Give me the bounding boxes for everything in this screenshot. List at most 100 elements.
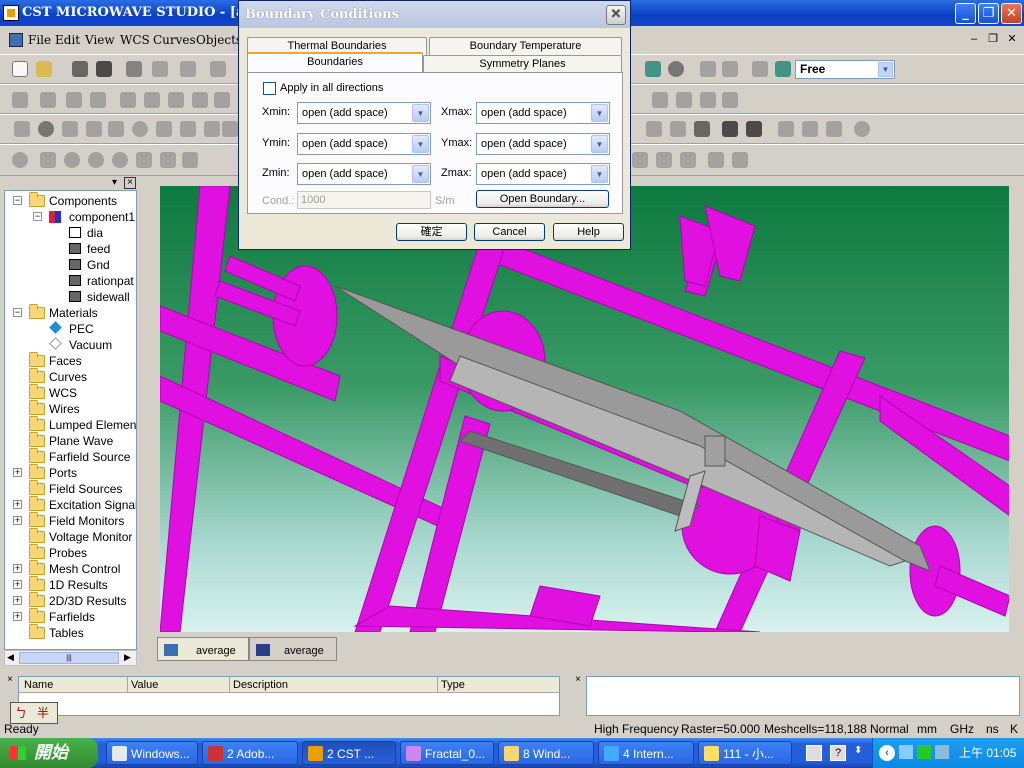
line-draw-icon[interactable] — [40, 152, 56, 168]
expand-icon[interactable]: + — [13, 516, 22, 525]
ok-button[interactable]: 確定 — [396, 223, 467, 241]
rectangle-icon[interactable] — [136, 152, 152, 168]
edit-curve-icon[interactable] — [656, 152, 672, 168]
blend-icon[interactable] — [670, 121, 686, 137]
parameter-list[interactable]: Name Value Description Type — [18, 676, 560, 716]
fit-icon[interactable] — [676, 92, 692, 108]
scroll-right-icon[interactable]: ▶ — [124, 652, 131, 663]
transform-icon[interactable] — [700, 61, 716, 77]
solid-icon[interactable] — [694, 121, 710, 137]
expand-icon[interactable]: + — [13, 564, 22, 573]
print-icon[interactable] — [126, 61, 142, 77]
tab-1d-view[interactable]: average — [249, 637, 337, 661]
menu-view[interactable]: View — [85, 33, 115, 47]
rotate-wcs-icon[interactable] — [826, 121, 842, 137]
message-panel-close-icon[interactable]: × — [570, 674, 586, 718]
tree-item-feed[interactable]: feed — [7, 241, 136, 257]
expand-icon[interactable]: + — [13, 500, 22, 509]
collapse-icon[interactable]: − — [13, 308, 22, 317]
tree-item-wires[interactable]: Wires — [7, 400, 136, 417]
elliptic-cylinder-icon[interactable] — [86, 121, 102, 137]
dialog-close-button[interactable]: ✕ — [606, 5, 626, 25]
pin-icon[interactable] — [192, 92, 208, 108]
align-icon[interactable] — [722, 61, 738, 77]
collapse-icon[interactable]: − — [13, 196, 22, 205]
loft-icon[interactable] — [204, 121, 220, 137]
cone-icon[interactable] — [108, 121, 124, 137]
tree-horizontal-scrollbar[interactable]: ◀ ||| ▶ — [4, 650, 137, 666]
view-mode-icon[interactable] — [775, 61, 791, 77]
start-button[interactable]: 開始 — [0, 738, 98, 768]
task-adobe[interactable]: 2 Adob... — [202, 741, 298, 765]
save-all-icon[interactable] — [96, 61, 112, 77]
panel-close-icon[interactable]: × — [124, 177, 136, 189]
tree-item-rationpat[interactable]: rationpat — [7, 273, 136, 289]
tree-item-ports[interactable]: + Ports — [7, 464, 136, 481]
sweep-icon[interactable] — [90, 92, 106, 108]
circle-icon[interactable] — [88, 152, 104, 168]
monitor-icon[interactable] — [168, 92, 184, 108]
cond-input[interactable]: 1000 — [297, 191, 431, 209]
ymin-select[interactable]: open (add space) ▼ — [297, 133, 431, 155]
curve-icon[interactable] — [66, 92, 82, 108]
paste-icon[interactable] — [210, 61, 226, 77]
zmax-select[interactable]: open (add space) ▼ — [476, 163, 610, 185]
panel-pin-icon[interactable]: ▾ — [112, 177, 117, 188]
tab-boundary-temperature[interactable]: Boundary Temperature — [429, 37, 622, 55]
document-icon[interactable] — [9, 33, 23, 47]
arc-icon[interactable] — [112, 152, 128, 168]
expand-icon[interactable]: + — [13, 596, 22, 605]
torus-icon[interactable] — [132, 121, 148, 137]
task-internet[interactable]: 4 Intern... — [598, 741, 694, 765]
tree-item-components[interactable]: − Components — [7, 192, 136, 209]
3d-viewport[interactable] — [160, 186, 1009, 632]
tree-item-lumped-elements[interactable]: Lumped Elemen — [7, 416, 136, 433]
hand-icon[interactable] — [722, 121, 738, 137]
tray-expand-icon[interactable]: ⬍ — [854, 745, 862, 756]
xmin-select[interactable]: open (add space) ▼ — [297, 102, 431, 124]
rotate-shape-icon[interactable] — [180, 121, 196, 137]
extrude-icon[interactable] — [156, 121, 172, 137]
menu-file[interactable]: File — [28, 33, 51, 47]
expand-icon[interactable]: + — [13, 580, 22, 589]
column-value[interactable]: Value — [127, 677, 158, 693]
local-wcs-icon[interactable] — [778, 121, 794, 137]
cylinder-icon[interactable] — [62, 121, 78, 137]
tree-item-1d-results[interactable]: + 1D Results — [7, 576, 136, 593]
close-button[interactable]: ✕ — [1001, 3, 1022, 24]
cut-icon[interactable] — [152, 61, 168, 77]
tree-item-tables[interactable]: Tables — [7, 624, 136, 641]
expand-icon[interactable]: + — [13, 468, 22, 477]
menu-curves[interactable]: Curves — [153, 33, 196, 47]
tree-item-mesh-control[interactable]: + Mesh Control — [7, 560, 136, 577]
tree-item-curves[interactable]: Curves — [7, 368, 136, 385]
save-icon[interactable] — [72, 61, 88, 77]
probe-icon[interactable] — [144, 92, 160, 108]
pencil-icon[interactable] — [14, 121, 30, 137]
task-cst[interactable]: 2 CST ... — [302, 741, 396, 765]
snap-icon[interactable] — [12, 152, 28, 168]
tree-item-excitation-signals[interactable]: + Excitation Signal — [7, 496, 136, 513]
task-windows[interactable]: Windows... — [106, 741, 198, 765]
rotate-icon[interactable] — [722, 92, 738, 108]
tree-item-pec[interactable]: PEC — [7, 321, 136, 337]
menu-edit[interactable]: Edit — [55, 33, 80, 47]
tree-item-sidewall[interactable]: sidewall — [7, 289, 136, 305]
material-icon[interactable] — [645, 61, 661, 77]
apply-all-checkbox[interactable] — [263, 82, 276, 95]
tree-item-dia[interactable]: dia — [7, 225, 136, 241]
tree-item-plane-wave[interactable]: Plane Wave — [7, 432, 136, 449]
menu-wcs[interactable]: WCS — [120, 33, 150, 47]
anchor-curve-icon[interactable] — [732, 152, 748, 168]
clock[interactable]: 上午 01:05 — [959, 738, 1016, 768]
ymax-select[interactable]: open (add space) ▼ — [476, 133, 610, 155]
tree-item-field-sources[interactable]: Field Sources — [7, 480, 136, 497]
help-button[interactable]: Help — [553, 223, 624, 241]
line-icon[interactable] — [646, 121, 662, 137]
polyline-icon[interactable] — [160, 152, 176, 168]
mode-combo[interactable]: Free ▼ — [795, 60, 895, 79]
language-icon[interactable] — [806, 745, 822, 761]
tab-boundaries[interactable]: Boundaries — [247, 52, 423, 72]
tab-3d-view[interactable]: average — [157, 637, 249, 661]
collapse-icon[interactable]: − — [33, 212, 42, 221]
